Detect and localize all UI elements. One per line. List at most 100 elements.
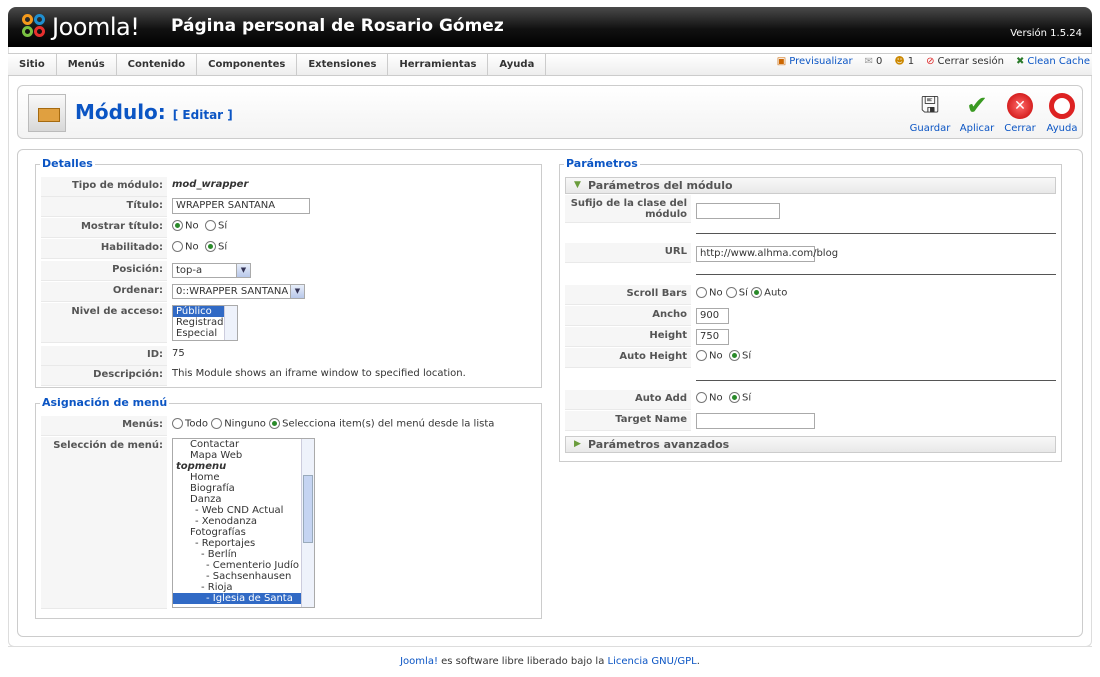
users-count[interactable]: ☻ 1 [894,56,914,67]
save-icon: 🖫 [920,93,940,118]
menu-ayuda[interactable]: Ayuda [488,54,547,76]
triangle-down-icon: ▼ [574,180,581,190]
menu-assignment-fieldset: Asignación de menú Menús: Todo Ninguno S… [35,396,542,619]
help-button[interactable]: Ayuda [1038,93,1086,134]
row-suffix: Sufijo de la clase del módulo [565,195,1056,223]
row-show-title: Mostrar título: No Sí [41,218,536,238]
menu-item[interactable]: Danza [173,494,314,505]
row-height: Height 750 [565,327,1056,347]
position-select[interactable]: top-a ▼ [172,263,251,278]
menu-selection-listbox[interactable]: Contactar Mapa Web topmenu Home Biografí… [172,438,315,608]
menu-item[interactable]: Home [173,472,314,483]
joomla-logo: Joomla! [22,13,140,41]
row-module-type: Tipo de módulo: mod_wrapper [41,177,536,197]
height-input[interactable]: 750 [696,329,729,345]
auto-add-no-radio[interactable] [696,392,707,403]
menu-item[interactable]: - Xenodanza [173,516,314,527]
joomla-logo-icon [22,14,48,40]
apply-button[interactable]: ✔ Aplicar [953,93,1001,134]
auto-height-yes-radio[interactable] [728,350,740,361]
details-legend: Detalles [40,157,95,170]
row-menu-selection: Selección de menú: Contactar Mapa Web to… [41,437,536,609]
row-menus: Menús: Todo Ninguno Selecciona item(s) d… [41,416,536,436]
id-value: 75 [172,348,185,359]
menu-componentes[interactable]: Componentes [197,54,298,76]
row-order: Ordenar: 0::WRAPPER SANTANA ▼ [41,282,536,302]
title-input[interactable]: WRAPPER SANTANA [172,198,310,214]
clean-cache-link[interactable]: ✖ Clean Cache [1016,56,1090,67]
module-icon [28,94,66,132]
url-input[interactable]: http://www.alhma.com/blog [696,246,838,262]
menu-item[interactable]: - Web CND Actual [173,505,314,516]
row-title: Título: WRAPPER SANTANA [41,197,536,217]
menu-item[interactable]: - Sachsenhausen [173,571,314,582]
row-id: ID: 75 [41,346,536,366]
scroll-no-radio[interactable] [696,287,707,298]
scroll-thumb[interactable] [303,475,313,543]
menu-item[interactable]: Contactar [173,439,314,450]
toolbar: Módulo: [ Editar ] 🖫 Guardar ✔ Aplicar ✕… [17,85,1083,139]
target-name-input[interactable] [696,413,815,429]
module-params-toggle[interactable]: ▼ Parámetros del módulo [565,177,1056,194]
messages-icon: ✉ [864,56,873,67]
scroll-yes-radio[interactable] [725,287,737,298]
auto-add-yes-radio[interactable] [728,392,740,403]
menu-item[interactable]: - Cementerio Judío [173,560,314,571]
header: Joomla! Página personal de Rosario Gómez… [8,7,1092,47]
preview-link[interactable]: ▣ Previsualizar [777,56,853,67]
menu-herramientas[interactable]: Herramientas [388,54,489,76]
chevron-down-icon: ▼ [290,285,304,298]
menu-sitio[interactable]: Sitio [8,54,57,76]
menu-item[interactable]: Biografía [173,483,314,494]
order-select[interactable]: 0::WRAPPER SANTANA ▼ [172,284,305,299]
help-icon [1049,93,1075,119]
save-button[interactable]: 🖫 Guardar [906,93,954,134]
version-label: Versión 1.5.24 [1010,28,1082,39]
description-value: This Module shows an iframe window to sp… [172,368,466,379]
menu-item[interactable]: - Reportajes [173,538,314,549]
footer: Joomla! es software libre liberado bajo … [400,656,700,667]
separator [696,233,1056,234]
menu-item[interactable]: - Rioja [173,582,314,593]
page-title: Módulo: [ Editar ] [75,100,233,124]
menu-item[interactable]: Fotografías [173,527,314,538]
row-auto-height: Auto Height No Sí [565,348,1056,368]
menu-selection-scrollbar[interactable] [301,439,314,607]
joomla-link[interactable]: Joomla! [400,656,438,667]
access-scrollbar[interactable] [224,306,237,340]
menus-none-radio[interactable] [211,418,223,429]
scroll-auto-radio[interactable] [751,287,763,298]
enabled-no-radio[interactable] [172,241,183,252]
details-fieldset: Detalles Tipo de módulo: mod_wrapper Tít… [35,157,542,388]
module-type-value: mod_wrapper [172,179,249,190]
menu-menus[interactable]: Menús [57,54,117,76]
access-listbox[interactable]: Público Registrado Especial [172,305,238,341]
show-title-yes-radio[interactable] [204,220,216,231]
logout-link[interactable]: ⊘ Cerrar sesión [926,56,1004,67]
show-title-no-radio[interactable] [172,220,183,231]
menus-select-radio[interactable] [269,418,281,429]
status-bar: ▣ Previsualizar ✉ 0 ☻ 1 ⊘ Cerrar sesión ✖ Cle… [777,56,1090,67]
menu-contenido[interactable]: Contenido [117,54,198,76]
row-enabled: Habilitado: No Sí [41,239,536,259]
params-legend: Parámetros [564,157,640,170]
auto-height-no-radio[interactable] [696,350,707,361]
row-url: URL http://www.alhma.com/blog [565,243,1056,263]
menus-all-radio[interactable] [172,418,183,429]
width-input[interactable]: 900 [696,308,729,324]
messages-count[interactable]: ✉ 0 [865,56,883,67]
menu-item[interactable]: - Iglesia de Santa Ana [173,593,314,607]
advanced-params-toggle[interactable]: ▶ Parámetros avanzados [565,436,1056,453]
close-icon: ✕ [1007,93,1033,119]
page-subtitle: [ Editar ] [172,108,233,122]
menu-extensiones[interactable]: Extensiones [297,54,389,76]
enabled-yes-radio[interactable] [204,241,216,252]
license-link[interactable]: Licencia GNU/GPL [608,656,697,667]
row-description: Descripción: This Module shows an iframe… [41,366,536,386]
suffix-input[interactable] [696,203,780,219]
close-button[interactable]: ✕ Cerrar [996,93,1044,134]
menu-item[interactable]: - Berlín [173,549,314,560]
logout-icon: ⊘ [926,56,935,67]
menu-item[interactable]: Mapa Web [173,450,314,461]
row-scroll-bars: Scroll Bars No Sí Auto [565,285,1056,305]
